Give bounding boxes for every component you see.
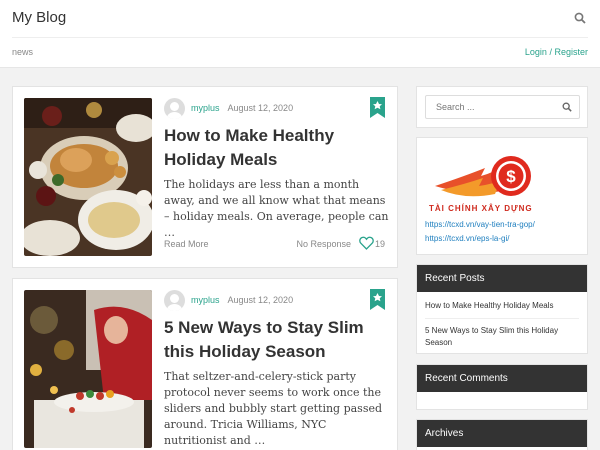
search-input[interactable] (426, 96, 556, 118)
post-title[interactable]: 5 New Ways to Stay Slim this Holiday Sea… (164, 316, 384, 364)
widget-title: Recent Comments (417, 365, 587, 392)
auth-separator: / (549, 47, 552, 57)
archives-widget: Archives (416, 419, 588, 450)
bookmark-icon[interactable] (370, 289, 385, 310)
recent-posts-widget: Recent Posts How to Make Healthy Holiday… (416, 264, 588, 354)
nav-item-news[interactable]: news (12, 47, 33, 57)
widget-title: Archives (417, 420, 587, 447)
post-date[interactable]: August 12, 2020 (228, 295, 294, 305)
site-header: My Blog news Login / Register (0, 0, 600, 68)
auth-links: Login / Register (525, 47, 588, 57)
avatar[interactable] (164, 289, 185, 311)
login-link[interactable]: Login (525, 47, 547, 57)
avatar[interactable] (164, 97, 185, 119)
post-card: myplus August 12, 2020 How to Make Healt… (12, 86, 398, 268)
search-icon[interactable] (562, 102, 572, 112)
heart-icon[interactable] (359, 236, 374, 250)
ad-link[interactable]: https://tcxd.vn/eps-la-gi/ (425, 234, 509, 243)
post-meta: myplus August 12, 2020 (164, 97, 293, 119)
like-count: 19 (374, 239, 385, 249)
post-card: myplus August 12, 2020 5 New Ways to Sta… (12, 278, 398, 450)
post-author[interactable]: myplus (191, 295, 220, 305)
ad-widget: $ TÀI CHÍNH XÂY DỰNG https://tcxd.vn/vay… (416, 137, 588, 255)
register-link[interactable]: Register (554, 47, 588, 57)
read-more-link[interactable]: Read More (164, 239, 209, 249)
post-excerpt: That seltzer-and-celery-stick party prot… (164, 370, 383, 447)
ad-brand-text: TÀI CHÍNH XÂY DỰNG (429, 204, 533, 213)
search-icon[interactable] (574, 12, 586, 24)
search-form (425, 95, 580, 119)
recent-comments-widget: Recent Comments (416, 364, 588, 410)
post-excerpt: The holidays are less than a month away,… (164, 178, 389, 239)
post-title[interactable]: How to Make Healthy Holiday Meals (164, 124, 384, 172)
recent-post-link[interactable]: 5 New Ways to Stay Slim this Holiday Sea… (417, 325, 587, 349)
ad-link[interactable]: https://tcxd.vn/vay-tien-tra-gop/ (425, 220, 535, 229)
post-author[interactable]: myplus (191, 103, 220, 113)
recent-post-link[interactable]: How to Make Healthy Holiday Meals (417, 300, 587, 312)
divider (425, 318, 579, 319)
post-meta: myplus August 12, 2020 (164, 289, 293, 311)
post-date[interactable]: August 12, 2020 (228, 103, 294, 113)
post-thumbnail[interactable] (24, 98, 152, 256)
site-title[interactable]: My Blog (12, 9, 66, 26)
bookmark-icon[interactable] (370, 97, 385, 118)
post-thumbnail[interactable] (24, 290, 152, 448)
search-widget (416, 86, 588, 128)
svg-text:$: $ (506, 167, 516, 186)
widget-title: Recent Posts (417, 265, 587, 292)
header-divider (12, 37, 588, 38)
comments-link[interactable]: No Response (296, 239, 351, 249)
